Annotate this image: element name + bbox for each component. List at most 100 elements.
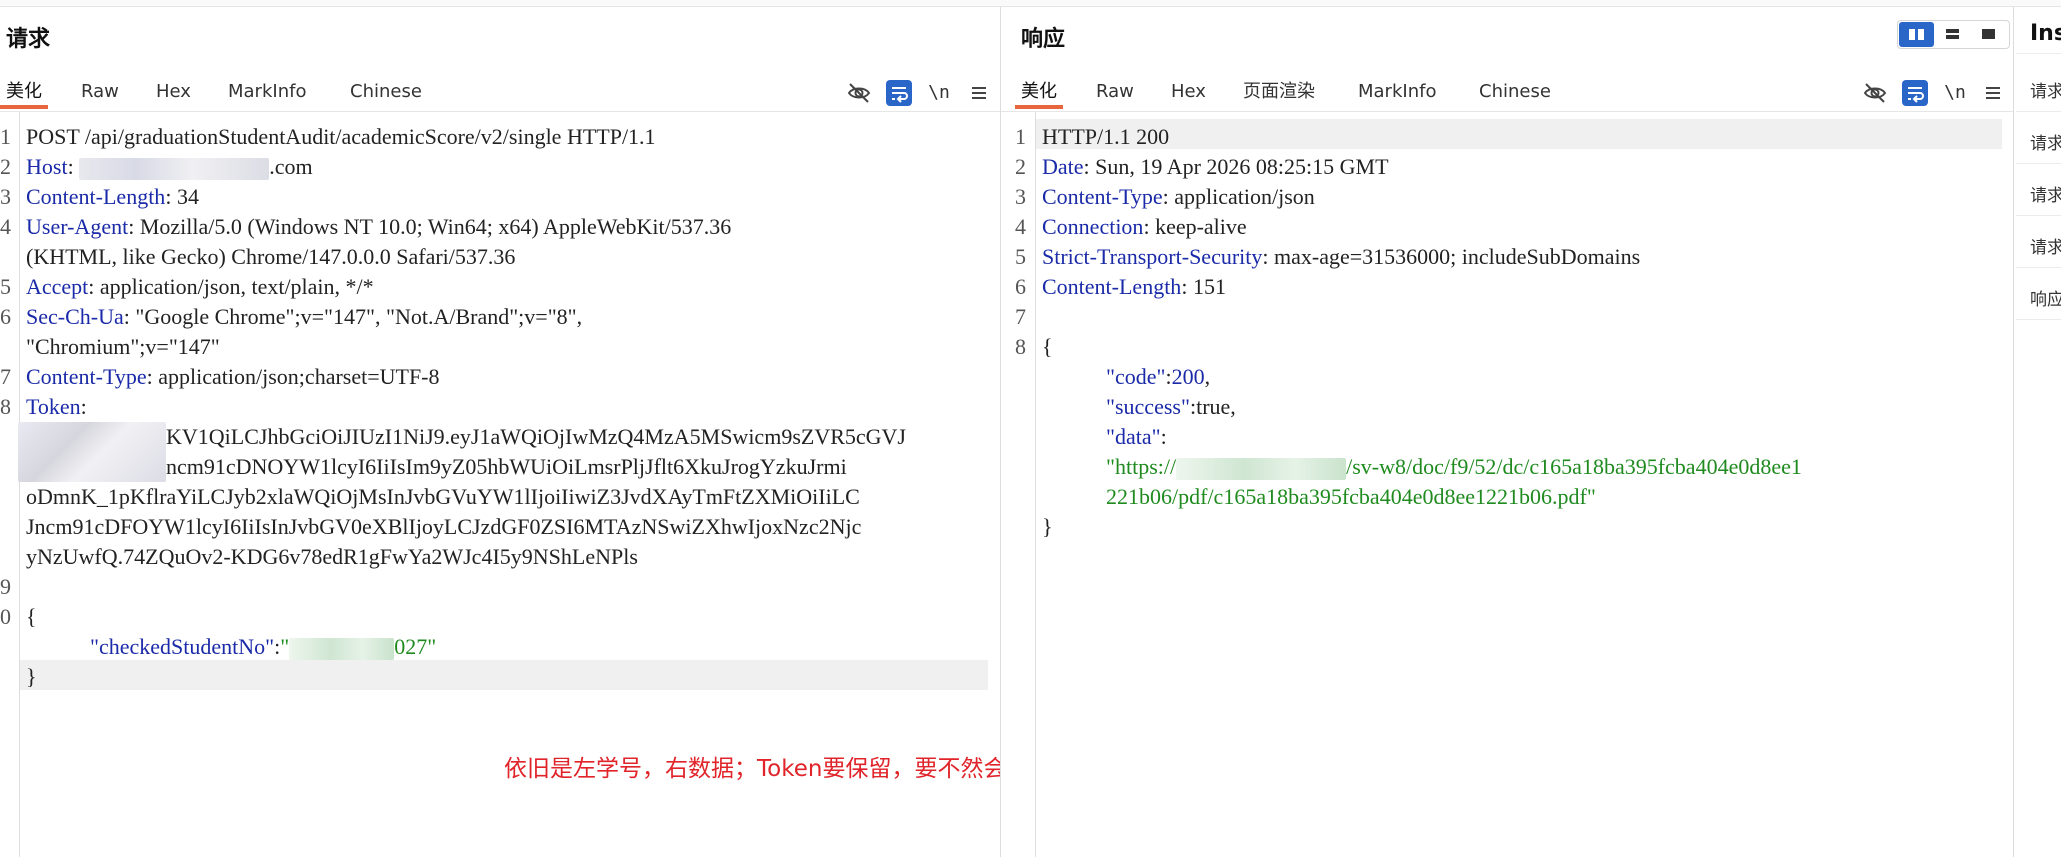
line-number: 7 (0, 364, 11, 389)
tab-markinfo[interactable]: MarkInfo (228, 81, 306, 111)
json-key: "code" (1106, 364, 1166, 389)
newline-toggle[interactable]: \n (926, 80, 952, 106)
top-border (0, 0, 2061, 7)
header-content-type: Content-Type: application/json (1042, 184, 1315, 209)
response-editor[interactable]: 1 2 3 4 5 6 7 8 HTTP/1.1 200 Date: Sun, … (1015, 112, 2013, 857)
divider (2016, 267, 2061, 268)
json-comma: , (1204, 364, 1211, 389)
inspector-item[interactable]: 请求 (2030, 129, 2061, 154)
newline-toggle[interactable]: \n (1942, 80, 1968, 106)
tab-page-render[interactable]: 页面渲染 (1243, 81, 1315, 111)
json-key: "success" (1106, 394, 1190, 419)
inspector-item[interactable]: 请求 (2030, 77, 2061, 102)
header-value: Mozilla/5.0 (Windows NT 10.0; Win64; x64… (134, 214, 732, 239)
token-line: Jncm91cDFOYW1lcyI6IiIsInJvbGV0eXBlIjoyLC… (26, 514, 862, 539)
current-line-highlight (20, 660, 988, 690)
tab-hex[interactable]: Hex (1171, 81, 1206, 111)
json-open-brace: { (26, 604, 37, 629)
redacted-domain (1176, 457, 1347, 480)
hide-icon[interactable] (1862, 80, 1888, 106)
line-number: 5 (0, 274, 11, 299)
line-number: 2 (0, 154, 11, 179)
json-value-suffix: 027" (394, 634, 437, 659)
split-vertical-icon[interactable] (1935, 22, 1970, 47)
header-key: Content-Length (26, 184, 166, 209)
json-value: true (1196, 394, 1231, 419)
header-value: "Google Chrome";v="147", "Not.A/Brand";v… (129, 304, 583, 329)
host-suffix: .com (269, 154, 313, 179)
inspector-title: Ins (2030, 21, 2061, 46)
tab-raw[interactable]: Raw (81, 81, 119, 111)
tab-pretty[interactable]: 美化 (0, 81, 48, 109)
json-field-checked-student: "checkedStudentNo":" 027" (90, 632, 436, 662)
tab-raw[interactable]: Raw (1096, 81, 1134, 111)
json-comma: , (1230, 394, 1236, 419)
request-panel: 请求 美化 Raw Hex MarkInfo Chinese \n 1 2 3 … (0, 7, 1001, 857)
tab-markinfo[interactable]: MarkInfo (1358, 81, 1436, 111)
url-path: /sv-w8/doc/f9/52/dc/c165a18ba395fcba404e… (1346, 454, 1802, 479)
json-field-code: "code":200, (1106, 362, 1210, 392)
json-data-url: "https:// /sv-w8/doc/f9/52/dc/c165a18ba39… (1106, 452, 1802, 482)
header-hsts: Strict-Transport-Security: max-age=31536… (1042, 244, 1641, 269)
divider (2016, 215, 2061, 216)
menu-icon[interactable] (966, 80, 992, 106)
request-tabs: 美化 Raw Hex MarkInfo Chinese \n (0, 71, 1000, 112)
redacted-host (79, 157, 270, 180)
wrap-lines-icon[interactable] (886, 80, 912, 106)
inspector-panel: Ins 请求 请求 请求 请求 响应 (2016, 7, 2061, 857)
json-close-brace: } (26, 664, 37, 689)
token-line: ncm91cDNOYW1lcyI6IiIsIm9yZ05hbWUiOiLmsrP… (166, 454, 847, 479)
response-panel: 响应 美化 Raw Hex 页面渲染 MarkInfo Chinese \n 1… (1001, 7, 2014, 857)
header-content-length: Content-Length: 34 (26, 184, 199, 209)
line-number: 9 (0, 574, 11, 599)
line-number: 4 (1015, 214, 1026, 239)
header-token: Token: (26, 394, 87, 419)
inspector-item[interactable]: 请求 (2030, 181, 2061, 206)
tab-pretty[interactable]: 美化 (1015, 81, 1063, 109)
tab-chinese[interactable]: Chinese (1479, 81, 1551, 111)
request-title: 请求 (6, 27, 51, 52)
divider (2016, 53, 2061, 54)
single-pane-icon[interactable] (1971, 22, 2006, 47)
header-host: Host: .com (26, 154, 313, 180)
json-key: "checkedStudentNo" (90, 634, 275, 659)
inspector-item[interactable]: 请求 (2030, 233, 2061, 258)
request-line: POST /api/graduationStudentAudit/academi… (26, 124, 656, 149)
header-content-length: Content-Length: 151 (1042, 274, 1226, 299)
json-colon: : (1160, 424, 1167, 449)
header-connection: Connection: keep-alive (1042, 214, 1247, 239)
line-number: 4 (0, 214, 11, 239)
split-horizontal-icon[interactable] (1899, 22, 1934, 47)
response-title: 响应 (1021, 27, 1066, 52)
json-data-url-cont: 221b06/pdf/c165a18ba395fcba404e0d8ee1221… (1106, 484, 1596, 509)
line-number: 3 (1015, 184, 1026, 209)
header-value: 151 (1187, 274, 1226, 299)
header-date: Date: Sun, 19 Apr 2026 08:25:15 GMT (1042, 154, 1389, 179)
request-editor[interactable]: 1 2 3 4 5 6 7 8 9 0 POST /api/graduation… (0, 112, 1000, 857)
menu-icon[interactable] (1980, 80, 2006, 106)
json-field-success: "success":true, (1106, 392, 1236, 422)
header-key: Connection (1042, 214, 1144, 239)
header-value: application/json;charset=UTF-8 (152, 364, 440, 389)
hide-icon[interactable] (846, 80, 872, 106)
wrap-lines-icon[interactable] (1902, 80, 1928, 106)
line-number: 5 (1015, 244, 1026, 269)
line-number: 8 (1015, 334, 1026, 359)
header-key: Accept (26, 274, 89, 299)
header-value: max-age=31536000; includeSubDomains (1268, 244, 1641, 269)
header-value: Sun, 19 Apr 2026 08:25:15 GMT (1089, 154, 1389, 179)
header-value: application/json, text/plain, */* (94, 274, 374, 299)
header-key: User-Agent (26, 214, 129, 239)
inspector-item[interactable]: 响应 (2030, 285, 2061, 310)
json-open-brace: { (1042, 334, 1053, 359)
redacted-token-prefix (18, 422, 166, 482)
header-value: keep-alive (1149, 214, 1247, 239)
status-line: HTTP/1.1 200 (1042, 124, 1170, 149)
tab-chinese[interactable]: Chinese (350, 81, 422, 111)
header-accept: Accept: application/json, text/plain, */… (26, 274, 374, 299)
json-key: "data" (1106, 424, 1161, 449)
tab-hex[interactable]: Hex (156, 81, 191, 111)
current-line-highlight (1036, 119, 2002, 149)
layout-switcher (1897, 20, 2010, 49)
redacted-student-no (289, 637, 395, 660)
